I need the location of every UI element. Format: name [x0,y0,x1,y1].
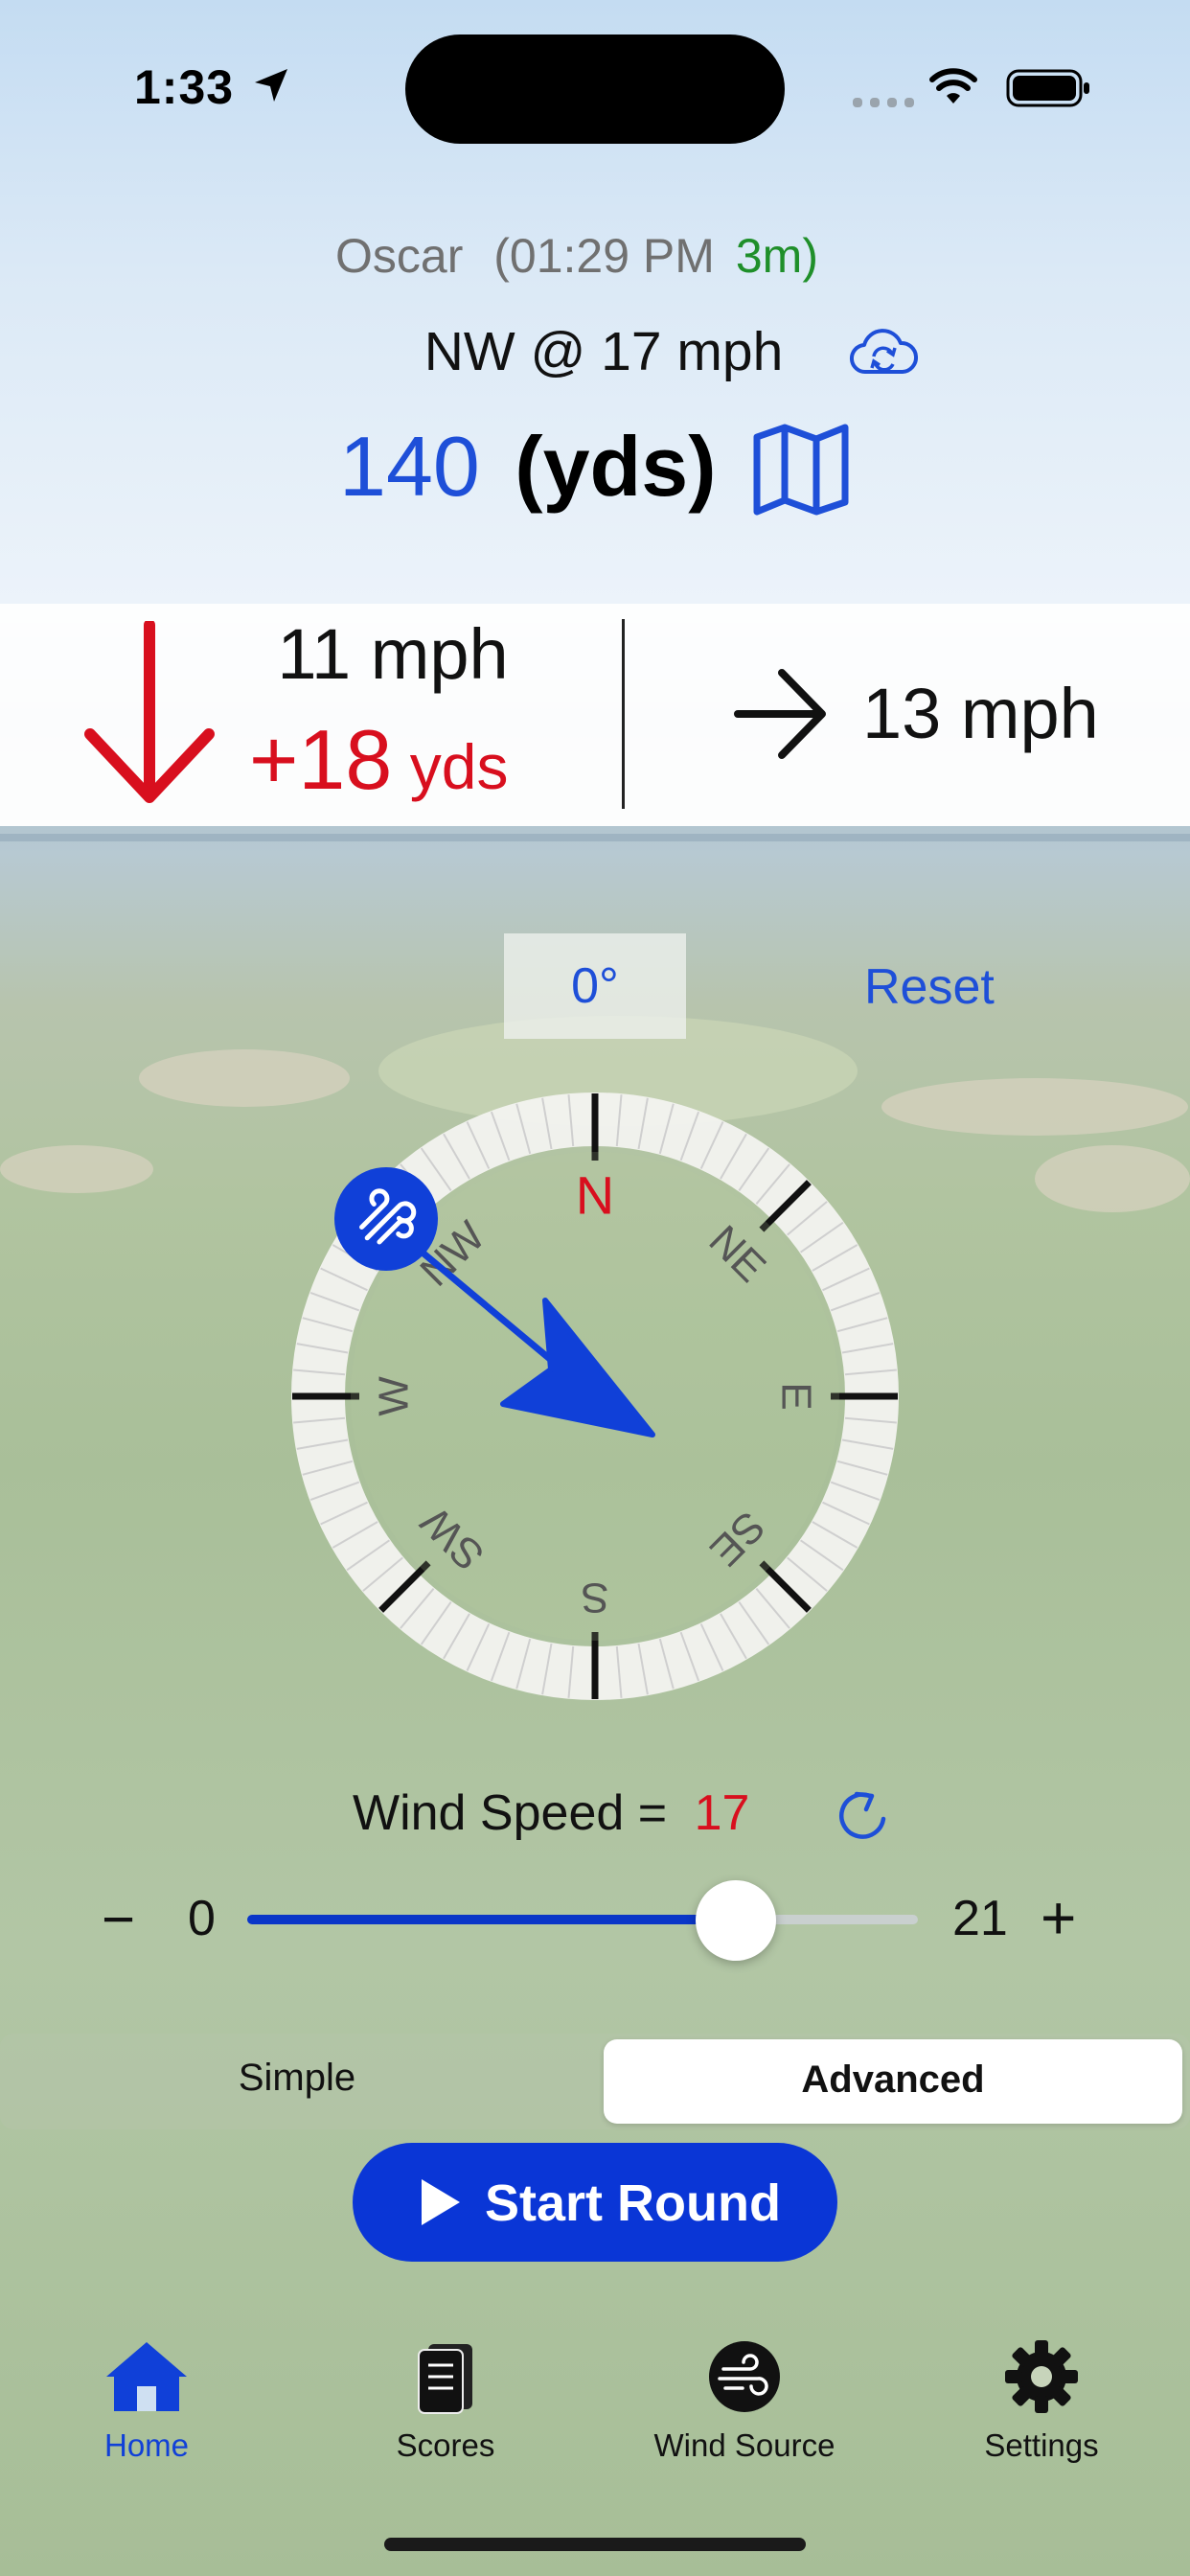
gear-icon [1005,2340,1078,2413]
map-icon[interactable] [753,424,849,516]
tab-settings-label: Settings [984,2427,1099,2463]
headwind-speed: 11 mph [277,614,509,694]
tab-scores[interactable]: Scores [340,2338,551,2464]
reading-time: (01:29 PM [493,229,715,283]
yardage-adjustment: +18 yds [249,711,508,809]
start-round-label: Start Round [485,2174,781,2232]
target-distance: 140 (yds) [339,418,717,516]
battery-icon [1006,69,1089,107]
yards-adjust-unit: yds [409,731,509,802]
wind-speed-label: Wind Speed = [353,1785,668,1841]
panel-divider [622,619,625,809]
status-time: 1:33 [134,60,235,114]
tab-home[interactable]: Home [41,2338,252,2464]
compass-label-n: N [576,1165,614,1226]
tab-wind-source-label: Wind Source [653,2427,835,2463]
wind-icon [709,2341,780,2412]
increase-button[interactable]: + [1041,1882,1076,1953]
decrease-button[interactable]: − [102,1886,135,1952]
wind-speed-slider-thumb[interactable] [696,1880,777,1961]
wind-speed-slider-fill [247,1915,737,1924]
ocean-horizon [0,834,1190,841]
slider-min-label: 0 [188,1891,216,1946]
cellular-signal-icon [853,98,914,107]
station-line: Oscar (01:29 PM 3m) [335,228,872,284]
tab-scores-label: Scores [396,2427,495,2463]
advanced-mode-tab[interactable]: Advanced [604,2039,1182,2124]
compass-label-w: W [371,1376,418,1416]
house-icon [106,2342,187,2411]
slider-max-label: 21 [952,1891,1008,1946]
tab-home-label: Home [103,2427,190,2463]
tab-wind-source[interactable]: Wind Source [639,2338,850,2464]
wifi-icon [929,68,977,104]
crosswind-speed-unit: mph [960,674,1099,753]
compass-label-e: E [773,1382,820,1410]
distance-unit: (yds) [515,419,717,514]
home-indicator [384,2538,806,2551]
yards-adjust-value: +18 [249,712,393,807]
reset-button[interactable]: Reset [864,958,995,1016]
advanced-mode-label: Advanced [801,2058,985,2101]
bunker [0,1145,153,1193]
crosswind-speed: 13 mph [862,673,1099,754]
wind-speed-value: 17 [694,1785,750,1841]
bunker [881,1078,1188,1136]
reading-age-close: ) [802,229,818,283]
compass-label-s: S [581,1575,608,1622]
headwind-down-arrow-icon [84,621,215,803]
wind-compass[interactable]: NNEESESSWWNW [291,1092,899,1700]
distance-value: 140 [339,419,480,514]
dynamic-island [405,34,785,144]
wind-origin-marker[interactable] [334,1167,438,1271]
play-icon [422,2179,460,2225]
refresh-icon[interactable] [835,1788,889,1844]
start-round-button[interactable]: Start Round [353,2143,837,2262]
reading-age: 3m [735,229,803,283]
wind-summary: NW @ 17 mph [423,321,784,382]
cloud-sync-icon[interactable] [849,326,918,380]
heading-readout[interactable]: 0° [504,933,686,1039]
bunker [1035,1145,1190,1212]
crosswind-right-arrow-icon [734,669,826,759]
scorecard-icon [418,2344,472,2414]
location-arrow-icon [255,69,287,102]
crosswind-speed-value: 13 [862,674,942,753]
simple-mode-tab[interactable]: Simple [10,2057,584,2100]
tab-settings[interactable]: Settings [936,2338,1147,2464]
station-name: Oscar [335,229,464,283]
wind-speed-row: Wind Speed = 17 [353,1784,749,1842]
